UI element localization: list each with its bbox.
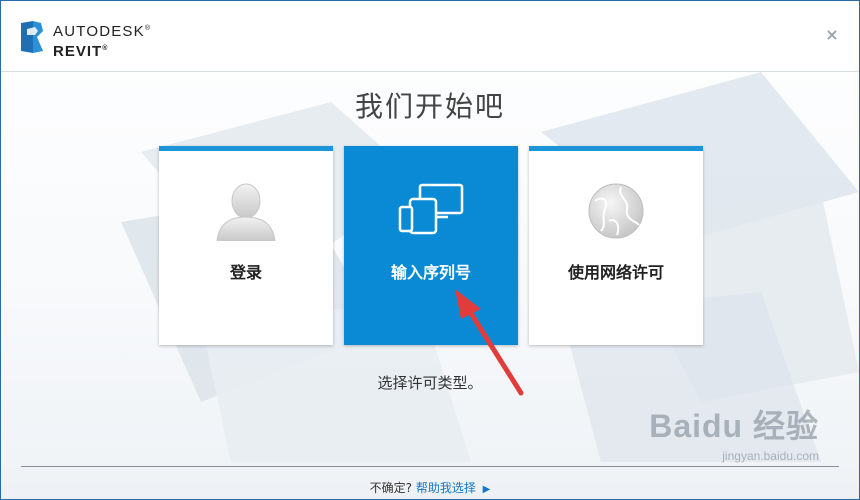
header-bar: AUTODESK® REVIT® × (1, 1, 859, 72)
devices-icon (398, 183, 464, 235)
network-license-card[interactable]: 使用网络许可 (529, 146, 703, 345)
brand-autodesk-mark: ® (144, 25, 152, 32)
annotation-arrow-icon (455, 289, 524, 396)
sign-in-label: 登录 (229, 263, 262, 282)
baidu-watermark: Baidu 经验 jingyan.baidu.com (649, 401, 819, 463)
enter-serial-number-label: 输入序列号 (390, 263, 471, 282)
footer-divider (21, 466, 839, 467)
license-type-hint: 选择许可类型。 (377, 374, 483, 392)
help-me-choose-link[interactable]: 帮助我选择 (416, 481, 476, 495)
globe-icon (588, 183, 644, 239)
revit-logo-icon (21, 21, 43, 53)
footer-question: 不确定? (369, 481, 412, 495)
sign-in-card[interactable]: 登录 (159, 146, 333, 345)
revit-license-window: AUTODESK® REVIT® × 我们开始吧 登录 输入序列号 使用网络许可… (0, 0, 860, 500)
brand-autodesk: AUTODESK (53, 23, 145, 40)
watermark-title: Baidu 经验 (649, 408, 819, 444)
watermark-url: jingyan.baidu.com (722, 449, 819, 463)
close-button[interactable]: × (823, 26, 841, 44)
brand-wordmark: AUTODESK® REVIT® (53, 20, 151, 60)
page-title: 我们开始吧 (354, 90, 505, 123)
user-icon (216, 183, 276, 241)
play-arrow-icon[interactable]: ▶ (483, 484, 491, 495)
brand-revit-mark: ® (102, 45, 109, 52)
network-license-label: 使用网络许可 (567, 263, 664, 282)
footer: 不确定? 帮助我选择 ▶ (1, 479, 859, 496)
brand-revit: REVIT (53, 43, 103, 60)
